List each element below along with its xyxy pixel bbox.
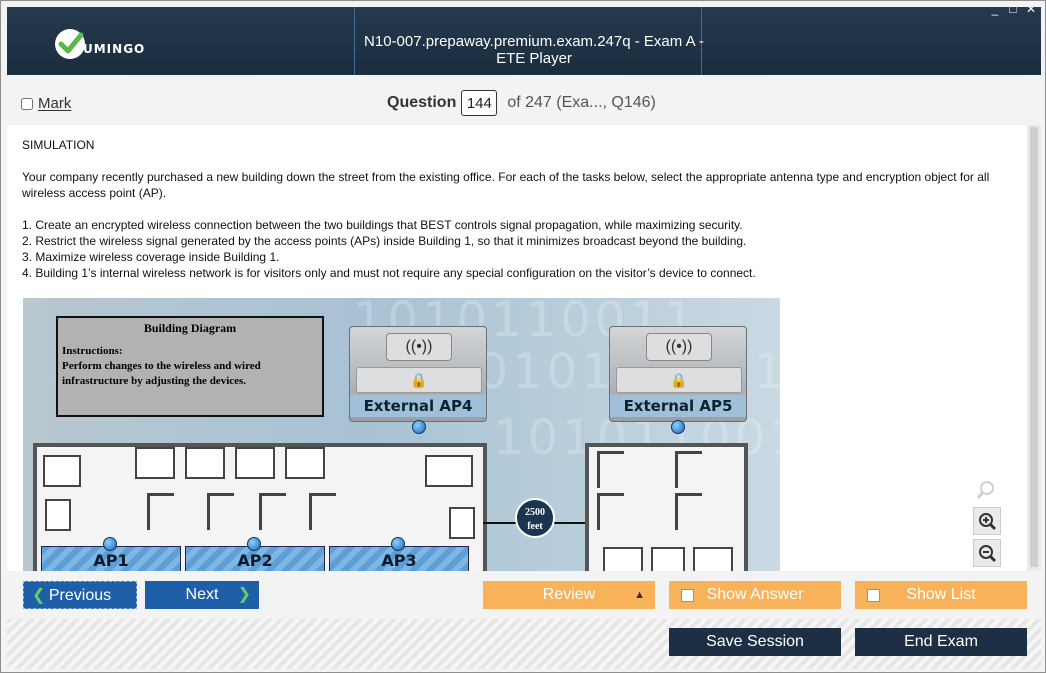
previous-button[interactable]: ❮ Previous [23,581,137,609]
vertical-scrollbar[interactable] [1027,125,1041,571]
review-label: Review [542,586,596,603]
question-bar: Mark Question of 247 (Exa..., Q146) [7,75,1041,125]
desk-icon [693,547,733,571]
instructions-box: Building Diagram Instructions: Perform c… [56,316,324,417]
desk-icon [185,447,225,479]
instructions-body: Perform changes to the wireless and wire… [62,360,261,387]
review-button[interactable]: Review ▲ [483,581,655,609]
check-logo-icon [55,29,85,59]
zoom-in-icon[interactable] [973,507,1001,535]
wifi-icon: ((•)) [646,333,712,361]
window-title: N10-007.prepaway.premium.exam.247q - Exa… [364,33,704,67]
desk-icon [425,455,473,487]
question-number-input[interactable] [461,90,498,116]
external-ap5[interactable]: ((•)) 🔒 External AP5 [609,326,747,422]
distance-unit: feet [527,521,543,532]
show-list-label: Show List [906,586,976,603]
title-divider [354,7,355,75]
cubicle [207,493,234,530]
footer-bar: Save Session End Exam [7,619,1041,669]
desk-icon [285,447,325,479]
show-answer-button[interactable]: Show Answer [669,581,841,609]
task-item: 3. Maximize wireless coverage inside Bui… [22,250,280,264]
external-ap4-label: External AP4 [350,395,486,417]
cubicle [259,493,286,530]
ap2-dot [247,537,261,551]
show-answer-label: Show Answer [706,586,804,603]
external-ap4[interactable]: ((•)) 🔒 External AP4 [349,326,487,422]
minimize-icon[interactable]: _ [989,2,1001,16]
title-bar: UMINGO N10-007.prepaway.premium.exam.247… [7,7,1041,75]
cubicle [309,493,336,530]
question-text: SIMULATION Your company recently purchas… [22,137,1017,281]
task-item: 1. Create an encrypted wireless connecti… [22,218,743,232]
desk-icon [135,447,175,479]
chevron-left-icon: ❮ [32,587,46,604]
ap1-dot [103,537,117,551]
external-ap5-label: External AP5 [610,395,746,417]
building-1: AP1 AP2 AP3 [33,443,487,571]
distance-value: 2500 [525,507,545,518]
task-item: 4. Building 1’s internal wireless networ… [22,266,756,280]
ap3-label: AP3 [381,551,417,570]
lock-icon: 🔒 [356,367,482,393]
mark-checkbox[interactable]: Mark [21,95,71,112]
ap3-dot [391,537,405,551]
building-diagram: 1010110011 1010110011 1010110011 Buildin… [23,298,780,571]
desk-icon [651,547,685,571]
desk-icon [43,455,81,487]
show-list-checkbox[interactable] [867,589,880,602]
distance-badge: 2500 feet [515,498,555,538]
building-2 [585,443,748,571]
cabinet-icon [45,499,71,531]
show-list-button[interactable]: Show List [855,581,1027,609]
next-button[interactable]: Next ❯ [145,581,259,609]
next-label: Next [185,586,219,603]
cubicle [147,493,174,530]
lock-icon: 🔒 [616,367,742,393]
mark-checkbox-input[interactable] [21,97,33,110]
ap2-label: AP2 [237,551,273,570]
show-answer-checkbox[interactable] [681,589,694,602]
logo-text: UMINGO [83,42,146,56]
question-type: SIMULATION [22,138,95,152]
desk-icon [235,447,275,479]
end-exam-button[interactable]: End Exam [855,628,1027,656]
cubicle [675,451,702,488]
question-content: SIMULATION Your company recently purchas… [7,125,1041,571]
navigation-bar: ❮ Previous Next ❯ Review ▲ Show Answer S… [7,571,1041,619]
chevron-right-icon: ❯ [237,586,251,603]
chair-icon [449,507,475,539]
question-intro: Your company recently purchased a new bu… [22,170,990,200]
instructions-text: Instructions: Perform changes to the wir… [62,344,322,389]
ap1-label: AP1 [93,551,129,570]
question-label: Question [387,94,457,111]
ap5-connector-dot [671,420,685,434]
question-navigator: Question of 247 (Exa..., Q146) [387,90,656,116]
cubicle [597,493,624,530]
question-total: of 247 (Exa..., Q146) [507,94,656,111]
maximize-icon[interactable]: □ [1007,2,1019,16]
app-logo: UMINGO [55,29,145,59]
close-icon[interactable]: ✕ [1025,2,1037,16]
caret-up-icon: ▲ [634,589,645,601]
cubicle [675,493,702,530]
window-controls: _ □ ✕ [989,2,1037,16]
wifi-icon: ((•)) [386,333,452,361]
save-session-button[interactable]: Save Session [669,628,841,656]
app-window: UMINGO N10-007.prepaway.premium.exam.247… [0,0,1046,673]
cubicle [597,451,624,488]
previous-label: Previous [48,587,112,604]
task-item: 2. Restrict the wireless signal generate… [22,234,747,248]
mark-label: Mark [38,95,72,112]
instructions-label: Instructions: [62,345,123,357]
ap4-connector-dot [412,420,426,434]
scrollbar-thumb[interactable] [1030,127,1038,567]
search-icon[interactable] [973,477,999,503]
zoom-out-icon[interactable] [973,539,1001,567]
zoom-controls [973,477,1003,567]
diagram-title: Building Diagram [143,321,237,335]
desk-icon [603,547,643,571]
